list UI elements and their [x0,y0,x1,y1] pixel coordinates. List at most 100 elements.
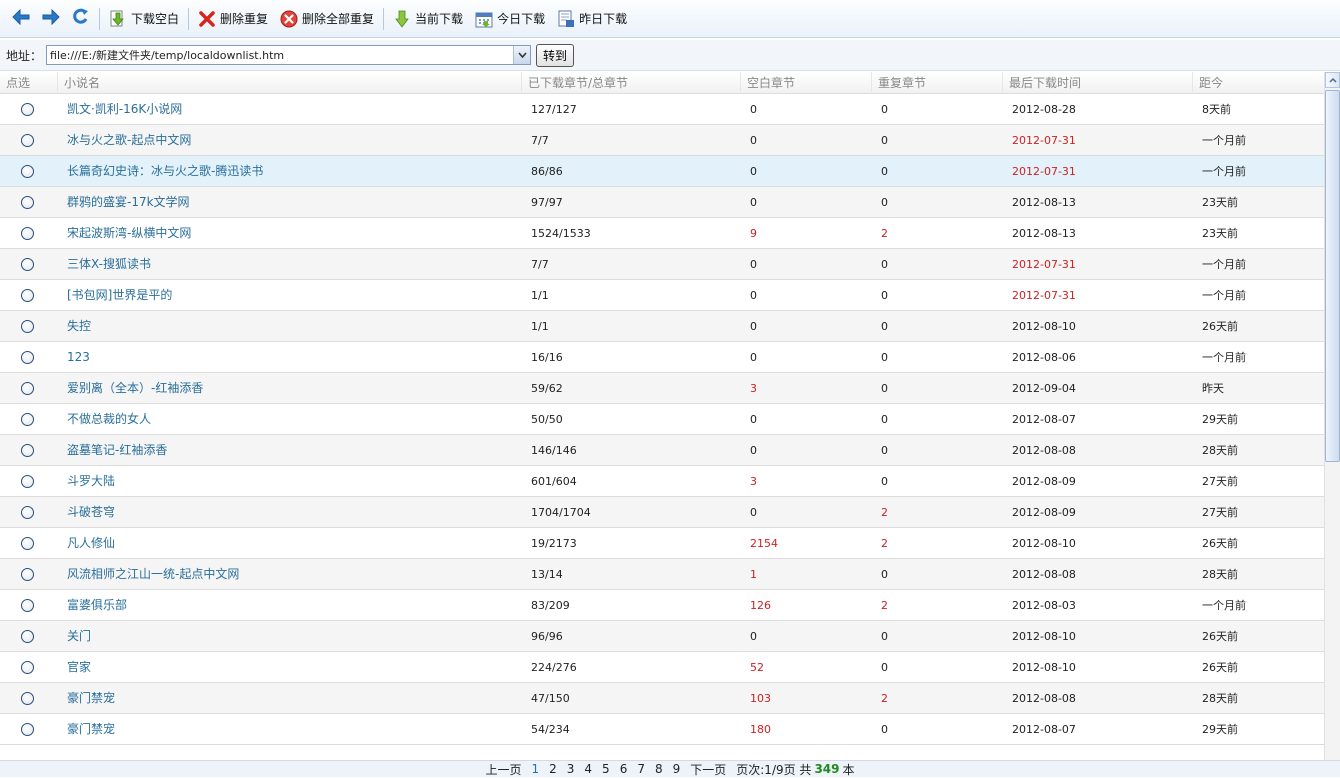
select-radio[interactable] [20,226,34,240]
page-link-4[interactable]: 4 [584,762,592,776]
refresh-button[interactable] [66,4,96,34]
novel-title-link[interactable]: 三体X-搜狐读书 [58,249,522,280]
delete-duplicates-button[interactable]: 删除重复 [192,5,274,33]
go-button[interactable]: 转到 [536,43,575,67]
table-row[interactable]: 三体X-搜狐读书 7/7 0 0 2012-07-31 一个月前 [0,249,1324,280]
page-link-5[interactable]: 5 [602,762,610,776]
table-row[interactable]: 斗罗大陆 601/604 3 0 2012-08-09 27天前 [0,466,1324,497]
scroll-thumb[interactable] [1325,90,1340,462]
table-row[interactable]: 群鸦的盛宴-17k文学网 97/97 0 0 2012-08-13 23天前 [0,187,1324,218]
novel-title-link[interactable]: 凯文·凯利-16K小说网 [58,94,522,125]
page-link-1[interactable]: 1 [531,762,539,776]
calendar-icon [475,10,493,28]
page-link-3[interactable]: 3 [567,762,575,776]
page-link-9[interactable]: 9 [673,762,681,776]
select-radio[interactable] [20,443,34,457]
select-radio[interactable] [20,629,34,643]
table-row[interactable]: 爱别离（全本）-红袖添香 59/62 3 0 2012-09-04 昨天 [0,373,1324,404]
next-page-link[interactable]: 下一页 [690,761,726,778]
select-radio[interactable] [20,505,34,519]
current-download-button[interactable]: 当前下载 [387,5,469,33]
select-radio[interactable] [20,660,34,674]
novel-title-link[interactable]: [书包网]世界是平的 [58,280,522,311]
select-radio[interactable] [20,102,34,116]
address-combobox[interactable] [46,45,532,65]
select-radio[interactable] [20,381,34,395]
table-row[interactable]: 不做总裁的女人 50/50 0 0 2012-08-07 29天前 [0,404,1324,435]
select-radio[interactable] [20,474,34,488]
duplicate-chapters: 0 [881,660,888,674]
column-header-duplicate[interactable]: 重复章节 [872,72,1003,94]
vertical-scrollbar[interactable] [1324,72,1340,760]
table-row[interactable]: 盗墓笔记-红袖添香 146/146 0 0 2012-08-08 28天前 [0,435,1324,466]
novel-title-link[interactable]: 123 [58,342,522,373]
novel-title-link[interactable]: 官家 [58,652,522,683]
novel-title-link[interactable]: 豪门禁宠 [58,683,522,714]
novel-title-link[interactable]: 盗墓笔记-红袖添香 [58,435,522,466]
download-blank-button[interactable]: 下载空白 [103,5,185,33]
column-header-blank[interactable]: 空白章节 [741,72,872,94]
page-link-8[interactable]: 8 [655,762,663,776]
novel-title-link[interactable]: 宋起波斯湾-纵横中文网 [58,218,522,249]
novel-title-link[interactable]: 爱别离（全本）-红袖添香 [58,373,522,404]
select-radio[interactable] [20,722,34,736]
novel-title-link[interactable]: 斗罗大陆 [58,466,522,497]
yesterday-download-button[interactable]: 昨日下载 [551,5,633,33]
table-row[interactable]: 失控 1/1 0 0 2012-08-10 26天前 [0,311,1324,342]
scroll-up-button[interactable] [1325,72,1340,88]
select-radio[interactable] [20,567,34,581]
novel-title-link[interactable]: 富婆俱乐部 [58,590,522,621]
address-input[interactable] [47,46,514,64]
column-header-last-download[interactable]: 最后下载时间 [1003,72,1193,94]
select-radio[interactable] [20,691,34,705]
page-link-2[interactable]: 2 [549,762,557,776]
novel-title-link[interactable]: 斗破苍穹 [58,497,522,528]
table-row[interactable]: 123 16/16 0 0 2012-08-06 一个月前 [0,342,1324,373]
prev-page-link[interactable]: 上一页 [485,761,521,778]
address-dropdown-button[interactable] [513,46,531,64]
select-radio[interactable] [20,412,34,426]
table-row[interactable]: 长篇奇幻史诗：冰与火之歌-腾迅读书 86/86 0 0 2012-07-31 一个月前 [0,156,1324,187]
table-row[interactable]: 凡人修仙 19/2173 2154 2 2012-08-10 26天前 [0,528,1324,559]
column-header-ago[interactable]: 距今 [1193,72,1324,94]
novel-title-link[interactable]: 群鸦的盛宴-17k文学网 [58,187,522,218]
table-row[interactable]: [书包网]世界是平的 1/1 0 0 2012-07-31 一个月前 [0,280,1324,311]
select-radio[interactable] [20,319,34,333]
novel-title-link[interactable]: 风流相师之江山一统-起点中文网 [58,559,522,590]
column-header-title[interactable]: 小说名 [58,72,522,94]
select-radio[interactable] [20,195,34,209]
select-radio[interactable] [20,133,34,147]
select-radio[interactable] [20,350,34,364]
column-header-downloaded[interactable]: 已下载章节/总章节 [522,72,741,94]
novel-title-link[interactable]: 关门 [58,621,522,652]
novel-title-link[interactable]: 长篇奇幻史诗：冰与火之歌-腾迅读书 [58,156,522,187]
table-row[interactable]: 关门 96/96 0 0 2012-08-10 26天前 [0,621,1324,652]
novel-title-link[interactable]: 不做总裁的女人 [58,404,522,435]
page-link-6[interactable]: 6 [620,762,628,776]
select-radio[interactable] [20,257,34,271]
novel-title-link[interactable]: 冰与火之歌-起点中文网 [58,125,522,156]
address-label: 地址： [6,48,43,63]
table-row[interactable]: 宋起波斯湾-纵横中文网 1524/1533 9 2 2012-08-13 23天前 [0,218,1324,249]
select-radio[interactable] [20,536,34,550]
table-row[interactable]: 富婆俱乐部 83/209 126 2 2012-08-03 一个月前 [0,590,1324,621]
select-radio[interactable] [20,164,34,178]
table-row[interactable]: 冰与火之歌-起点中文网 7/7 0 0 2012-07-31 一个月前 [0,125,1324,156]
table-row[interactable]: 豪门禁宠 47/150 103 2 2012-08-08 28天前 [0,683,1324,714]
novel-title-link[interactable]: 失控 [58,311,522,342]
back-button[interactable] [6,4,36,34]
table-row[interactable]: 斗破苍穹 1704/1704 0 2 2012-08-09 27天前 [0,497,1324,528]
delete-all-duplicates-button[interactable]: 删除全部重复 [274,5,380,33]
table-row[interactable]: 豪门禁宠 54/234 180 0 2012-08-07 29天前 [0,714,1324,745]
today-download-button[interactable]: 今日下载 [469,5,551,33]
column-header-select[interactable]: 点选 [0,72,58,94]
page-link-7[interactable]: 7 [637,762,645,776]
table-row[interactable]: 风流相师之江山一统-起点中文网 13/14 1 0 2012-08-08 28天前 [0,559,1324,590]
select-radio[interactable] [20,598,34,612]
novel-title-link[interactable]: 凡人修仙 [58,528,522,559]
table-row[interactable]: 官家 224/276 52 0 2012-08-10 26天前 [0,652,1324,683]
novel-title-link[interactable]: 豪门禁宠 [58,714,522,745]
select-radio[interactable] [20,288,34,302]
table-row[interactable]: 凯文·凯利-16K小说网 127/127 0 0 2012-08-28 8天前 [0,94,1324,125]
forward-button[interactable] [36,4,66,34]
